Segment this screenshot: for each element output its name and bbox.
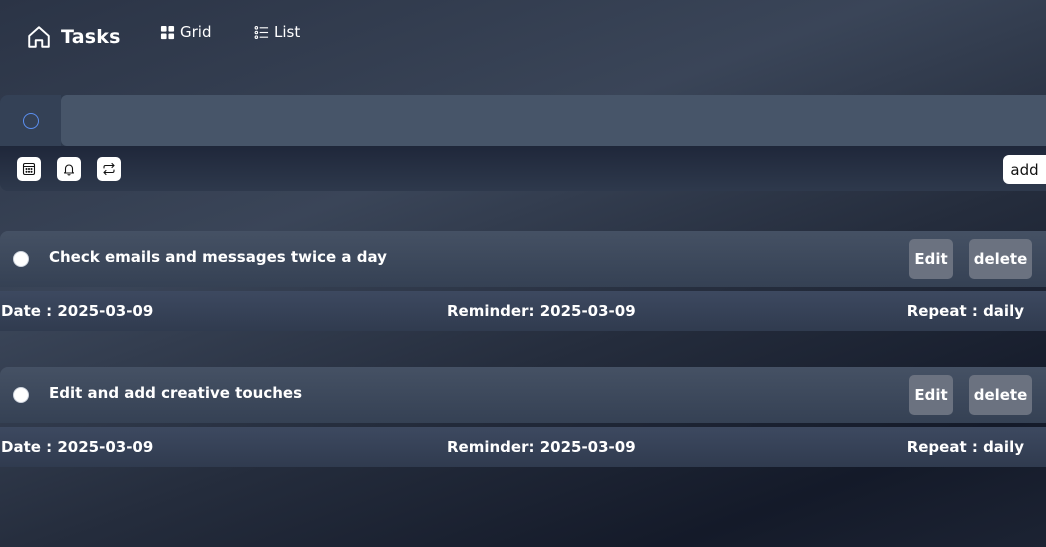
- task-header: Edit and add creative touches Edit delet…: [0, 367, 1046, 423]
- task-meta-row: Date : 2025-03-09 Reminder: 2025-03-09 R…: [0, 427, 1046, 467]
- home-link[interactable]: Tasks: [26, 24, 121, 50]
- edit-task-button[interactable]: Edit: [909, 375, 953, 415]
- date-picker-button[interactable]: [17, 157, 41, 181]
- task-date: Date : 2025-03-09: [1, 438, 154, 456]
- app-title: Tasks: [61, 26, 121, 48]
- top-nav: Tasks Grid List: [0, 0, 1046, 80]
- nav-grid-link[interactable]: Grid: [160, 23, 211, 41]
- repeat-button[interactable]: [97, 157, 121, 181]
- task-title: Check emails and messages twice a day: [49, 248, 387, 266]
- delete-task-button[interactable]: delete: [969, 375, 1032, 415]
- task-title: Edit and add creative touches: [49, 384, 302, 402]
- task-card: Check emails and messages twice a day Ed…: [0, 231, 1046, 331]
- grid-icon: [160, 25, 175, 39]
- task-repeat: Repeat : daily: [906, 302, 1024, 320]
- new-task-input[interactable]: [61, 95, 1046, 146]
- calendar-icon: [22, 162, 36, 176]
- task-header: Check emails and messages twice a day Ed…: [0, 231, 1046, 287]
- nav-list-label: List: [274, 23, 301, 41]
- new-task-composer: add: [0, 95, 1046, 191]
- task-repeat: Repeat : daily: [906, 438, 1024, 456]
- edit-task-button[interactable]: Edit: [909, 239, 953, 279]
- composer-toolbar: add: [0, 146, 1046, 191]
- composer-input-row: [0, 95, 1046, 146]
- home-icon: [28, 26, 50, 48]
- nav-grid-label: Grid: [180, 23, 212, 41]
- task-reminder: Reminder: 2025-03-09: [447, 438, 636, 456]
- task-date: Date : 2025-03-09: [1, 302, 154, 320]
- task-card: Edit and add creative touches Edit delet…: [0, 367, 1046, 467]
- new-task-radio[interactable]: [22, 112, 39, 129]
- reminder-button[interactable]: [57, 157, 81, 181]
- add-task-button[interactable]: add: [1003, 155, 1046, 184]
- task-complete-radio[interactable]: [13, 251, 29, 267]
- list-icon: [254, 25, 269, 39]
- nav-list-link[interactable]: List: [254, 23, 300, 41]
- new-task-radio-box: [0, 95, 61, 146]
- task-complete-radio[interactable]: [13, 387, 29, 403]
- bell-icon: [63, 164, 75, 176]
- task-reminder: Reminder: 2025-03-09: [447, 302, 636, 320]
- delete-task-button[interactable]: delete: [969, 239, 1032, 279]
- repeat-icon: [103, 162, 115, 176]
- task-meta-row: Date : 2025-03-09 Reminder: 2025-03-09 R…: [0, 291, 1046, 331]
